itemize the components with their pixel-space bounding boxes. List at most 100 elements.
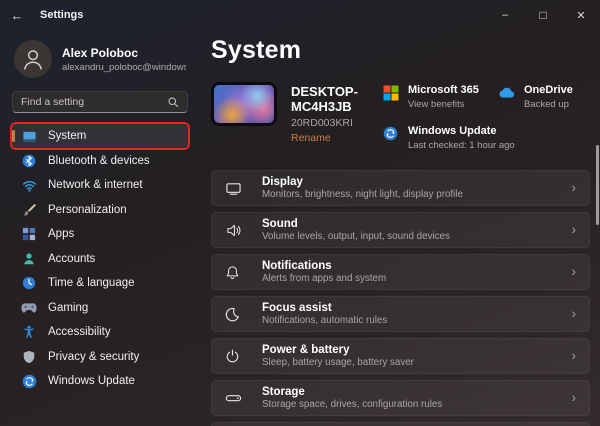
settings-window-body: Alex Poloboc alexandru_poloboc@windowsre… <box>0 30 600 426</box>
status-title: Microsoft 365 <box>408 84 479 96</box>
sidebar-item-windows-update[interactable]: Windows Update <box>12 369 188 393</box>
maximize-button[interactable]: □ <box>524 0 562 30</box>
close-button[interactable]: ✕ <box>562 0 600 30</box>
scrollbar-thumb[interactable] <box>596 145 599 225</box>
settings-row-storage[interactable]: StorageStorage space, drives, configurat… <box>211 380 590 416</box>
row-text: DisplayMonitors, brightness, night light… <box>262 176 463 200</box>
rename-link[interactable]: Rename <box>291 132 372 144</box>
row-title: Power & battery <box>262 344 414 356</box>
profile-name: Alex Poloboc <box>62 46 186 60</box>
status-title: Windows Update <box>408 125 515 137</box>
sidebar-item-label: Apps <box>48 228 74 240</box>
device-thumbnail <box>211 82 277 126</box>
search-icon <box>167 96 179 108</box>
titlebar: ← Settings – □ ✕ <box>0 0 600 30</box>
row-subtitle: Alerts from apps and system <box>262 273 386 284</box>
settings-row-nearby-sharing[interactable]: Nearby sharing› <box>211 422 590 426</box>
windows-update-icon <box>21 373 37 389</box>
person-icon <box>20 46 46 72</box>
sidebar-item-label: System <box>48 130 86 142</box>
back-button[interactable]: ← <box>0 8 34 23</box>
chevron-right-icon: › <box>571 264 576 280</box>
sidebar-item-label: Time & language <box>48 277 135 289</box>
settings-row-display[interactable]: DisplayMonitors, brightness, night light… <box>211 170 590 206</box>
personalization-icon <box>21 202 37 218</box>
row-subtitle: Notifications, automatic rules <box>262 315 387 326</box>
settings-row-sound[interactable]: SoundVolume levels, output, input, sound… <box>211 212 590 248</box>
chevron-right-icon: › <box>571 306 576 322</box>
sidebar-item-gaming[interactable]: Gaming <box>12 296 188 320</box>
accounts-icon <box>21 251 37 267</box>
settings-rows: DisplayMonitors, brightness, night light… <box>211 170 590 426</box>
minimize-button[interactable]: – <box>486 0 524 30</box>
sidebar-item-accounts[interactable]: Accounts <box>12 247 188 271</box>
row-title: Display <box>262 176 463 188</box>
accessibility-icon <box>21 324 37 340</box>
row-subtitle: Storage space, drives, configuration rul… <box>262 399 442 410</box>
sidebar-item-label: Privacy & security <box>48 351 139 363</box>
focus-assist-icon <box>225 307 245 322</box>
sidebar-item-bluetooth-devices[interactable]: Bluetooth & devices <box>12 149 188 173</box>
search-input[interactable] <box>21 96 167 108</box>
status-card-microsoft-365[interactable]: Microsoft 365View benefits <box>382 84 470 110</box>
settings-row-power-battery[interactable]: Power & batterySleep, battery usage, bat… <box>211 338 590 374</box>
device-model: 20RD003KRI <box>291 117 372 129</box>
status-title: OneDrive <box>524 84 573 96</box>
sidebar-item-network-internet[interactable]: Network & internet <box>12 173 188 197</box>
sidebar-item-label: Network & internet <box>48 179 143 191</box>
sidebar-item-label: Bluetooth & devices <box>48 155 150 167</box>
page-title: System <box>211 36 590 65</box>
chevron-right-icon: › <box>571 348 576 364</box>
sidebar-item-apps[interactable]: Apps <box>12 222 188 246</box>
bluetooth-icon <box>21 153 37 169</box>
status-text: OneDriveBacked up <box>524 84 573 110</box>
row-title: Notifications <box>262 260 386 272</box>
device-name: DESKTOP-MC4H3JB <box>291 84 372 114</box>
sidebar-item-label: Gaming <box>48 302 88 314</box>
device-section: DESKTOP-MC4H3JB 20RD003KRI Rename Micros… <box>211 82 590 151</box>
sidebar-item-accessibility[interactable]: Accessibility <box>12 320 188 344</box>
sidebar-nav: System Bluetooth & devices Network & inter… <box>12 124 188 393</box>
status-card-windows-update[interactable]: Windows UpdateLast checked: 1 hour ago <box>382 125 470 151</box>
power-battery-icon <box>225 349 245 364</box>
sidebar-item-label: Accounts <box>48 253 95 265</box>
settings-row-notifications[interactable]: NotificationsAlerts from apps and system… <box>211 254 590 290</box>
device-info: DESKTOP-MC4H3JB 20RD003KRI Rename <box>291 82 372 144</box>
row-title: Sound <box>262 218 450 230</box>
user-profile[interactable]: Alex Poloboc alexandru_poloboc@windowsre… <box>14 40 186 78</box>
sidebar-item-label: Windows Update <box>48 375 135 387</box>
sidebar-item-system[interactable]: System <box>12 124 188 148</box>
row-subtitle: Volume levels, output, input, sound devi… <box>262 231 450 242</box>
search-box[interactable] <box>12 91 188 113</box>
chevron-right-icon: › <box>571 180 576 196</box>
chevron-right-icon: › <box>571 390 576 406</box>
status-text: Microsoft 365View benefits <box>408 84 479 110</box>
row-subtitle: Sleep, battery usage, battery saver <box>262 357 414 368</box>
status-cards: Microsoft 365View benefits OneDriveBacked… <box>372 82 590 151</box>
gaming-icon <box>21 300 37 316</box>
row-title: Focus assist <box>262 302 387 314</box>
onedrive-icon <box>498 84 515 101</box>
notifications-icon <box>225 265 245 280</box>
profile-email: alexandru_poloboc@windowsreport... <box>62 62 186 73</box>
sidebar: Alex Poloboc alexandru_poloboc@windowsre… <box>0 30 198 426</box>
avatar <box>14 40 52 78</box>
row-text: SoundVolume levels, output, input, sound… <box>262 218 450 242</box>
sidebar-item-time-language[interactable]: Time & language <box>12 271 188 295</box>
row-text: NotificationsAlerts from apps and system <box>262 260 386 284</box>
storage-icon <box>225 392 245 404</box>
apps-icon <box>21 226 37 242</box>
row-text: StorageStorage space, drives, configurat… <box>262 386 442 410</box>
sidebar-item-privacy-security[interactable]: Privacy & security <box>12 345 188 369</box>
row-text: Focus assistNotifications, automatic rul… <box>262 302 387 326</box>
status-subtitle: Last checked: 1 hour ago <box>408 140 515 151</box>
status-card-onedrive[interactable]: OneDriveBacked up <box>498 84 586 110</box>
sidebar-item-personalization[interactable]: Personalization <box>12 198 188 222</box>
row-title: Storage <box>262 386 442 398</box>
windows-update-icon <box>382 125 399 142</box>
settings-row-focus-assist[interactable]: Focus assistNotifications, automatic rul… <box>211 296 590 332</box>
display-icon <box>225 181 245 196</box>
main-content: System DESKTOP-MC4H3JB 20RD003KRI Rename… <box>198 30 600 426</box>
sidebar-item-label: Personalization <box>48 204 127 216</box>
sound-icon <box>225 223 245 238</box>
